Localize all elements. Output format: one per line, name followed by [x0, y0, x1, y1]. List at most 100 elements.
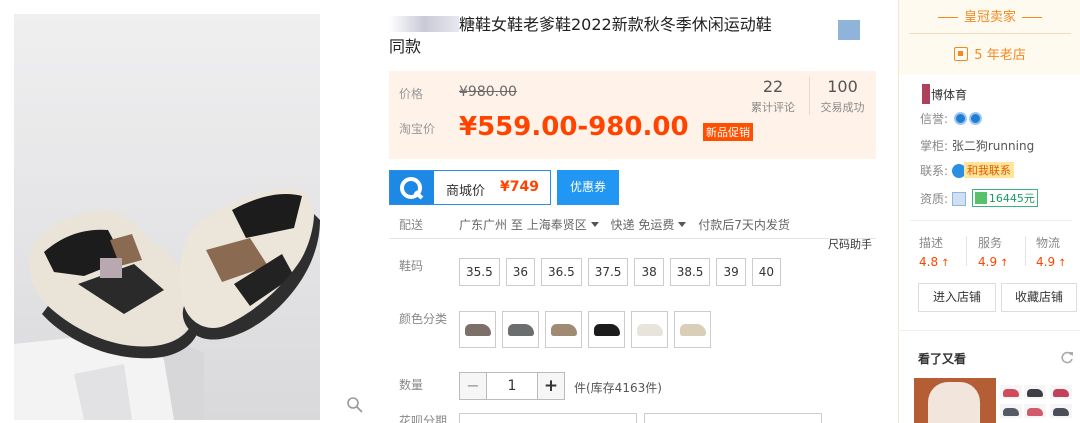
score-value: 4.8 — [919, 255, 939, 269]
also-viewed-thumbnail[interactable] — [1000, 404, 1022, 418]
shop-name-redacted — [922, 84, 930, 104]
title-line2: 同款 — [389, 37, 422, 56]
seller-level-text: 皇冠卖家 — [963, 10, 1016, 25]
also-viewed-thumbnail[interactable] — [914, 378, 996, 423]
size-option[interactable]: 36.5 — [541, 258, 582, 286]
ship-destination[interactable]: 上海奉贤区 — [527, 218, 587, 232]
tmall-price-label: 商城价 — [446, 184, 486, 199]
keeper-label: 掌柜: — [920, 139, 949, 153]
shop-name[interactable]: 博体育 — [922, 84, 967, 104]
promo-tag: 新品促销 — [703, 123, 753, 141]
deals-label: 交易成功 — [820, 101, 865, 114]
divider — [910, 220, 1072, 221]
sneaker-illustration — [14, 188, 320, 420]
promo-price: ¥559.00-980.00 — [459, 112, 689, 142]
reviews-label: 累计评论 — [751, 101, 795, 114]
stock-info: 件(库存4163件) — [574, 381, 662, 395]
deposit-amount: 16445元 — [988, 192, 1035, 205]
size-option[interactable]: 39 — [716, 258, 746, 286]
also-viewed-title: 看了又看 — [918, 352, 967, 366]
promo-price-label: 淘宝价 — [399, 122, 436, 136]
tmall-logo-icon — [390, 171, 434, 204]
credit-label: 信誉: — [920, 112, 949, 126]
also-viewed-thumbnail[interactable] — [1000, 385, 1022, 399]
credit-badge-icon — [953, 112, 967, 125]
title-text: 糖鞋女鞋老爹鞋2022新款秋冬季休闲运动鞋 — [459, 15, 772, 34]
size-option[interactable]: 40 — [751, 258, 781, 286]
ship-method[interactable]: 快递 免运费 — [611, 218, 675, 232]
shop-header: 皇冠卖家 5 年老店 — [899, 0, 1080, 75]
title-redacted — [389, 16, 459, 32]
price-box: 价格 ¥980.00 淘宝价 ¥559.00-980.00 新品促销 22 累计… — [389, 71, 876, 159]
color-swatch[interactable] — [459, 311, 496, 348]
shop-age-text: 5 年老店 — [974, 48, 1026, 63]
seller-level: 皇冠卖家 — [899, 6, 1080, 25]
size-option[interactable]: 36 — [505, 258, 535, 286]
also-viewed-thumbnail[interactable] — [1050, 385, 1072, 399]
quantity-label: 数量 — [399, 378, 424, 392]
product-image[interactable] — [14, 14, 320, 420]
size-option[interactable]: 38 — [634, 258, 664, 286]
keeper-row: 掌柜: 张二狗running — [920, 137, 1034, 154]
color-label: 颜色分类 — [399, 312, 448, 326]
tmall-price-row[interactable]: 商城价 ¥749 — [389, 170, 551, 205]
score-service: 服务 4.9 ↑ — [978, 234, 1028, 269]
score-description: 描述 4.8 ↑ — [919, 234, 969, 269]
installment-option[interactable] — [644, 413, 822, 423]
size-helper-link[interactable]: 尺码助手 — [828, 236, 872, 252]
size-option[interactable]: 37.5 — [587, 258, 629, 286]
shop-age-icon — [954, 47, 969, 61]
score-value: 4.9 — [1036, 255, 1056, 269]
original-price-label: 价格 — [399, 87, 424, 101]
also-viewed-thumbnail[interactable] — [1024, 404, 1046, 418]
color-swatch[interactable] — [674, 311, 711, 348]
zoom-icon[interactable] — [346, 396, 364, 414]
ship-note: 付款后7天内发货 — [698, 218, 790, 232]
divider — [389, 238, 876, 239]
deals-stat: 100 交易成功 — [809, 77, 875, 115]
divider — [909, 33, 1071, 34]
contact-button[interactable]: 和我联系 — [963, 162, 1014, 178]
divider — [1025, 236, 1026, 266]
installment-option[interactable] — [459, 413, 637, 423]
size-option[interactable]: 35.5 — [459, 258, 500, 286]
contact-row: 联系: 和我联系 — [920, 162, 1014, 179]
installment-label: 花呗分期 — [399, 414, 448, 423]
product-title: 糖鞋女鞋老爹鞋2022新款秋冬季休闲运动鞋 同款 — [389, 14, 829, 58]
color-swatch[interactable] — [588, 311, 625, 348]
enter-shop-button[interactable]: 进入店铺 — [918, 283, 996, 312]
color-swatch[interactable] — [502, 311, 539, 348]
ship-from: 广东广州 — [459, 218, 508, 232]
title-badge — [838, 20, 860, 40]
reviews-count: 22 — [762, 77, 784, 96]
divider — [966, 236, 967, 266]
coupon-button[interactable]: 优惠券 — [557, 170, 619, 205]
size-option[interactable]: 38.5 — [669, 258, 711, 286]
refresh-icon[interactable] — [1061, 351, 1074, 364]
arrow-up-icon: ↑ — [1058, 258, 1067, 269]
shop-name-text: 博体育 — [931, 88, 968, 102]
quantity-increase-button[interactable]: + — [537, 372, 565, 400]
shield-icon — [974, 192, 987, 204]
also-viewed-thumbnail[interactable] — [1050, 404, 1072, 418]
reviews-stat[interactable]: 22 累计评论 — [745, 77, 801, 115]
color-swatch[interactable] — [631, 311, 668, 348]
keeper-name[interactable]: 张二狗running — [952, 139, 1034, 153]
quantity-input[interactable]: 1 — [487, 372, 537, 400]
chevron-down-icon[interactable] — [678, 222, 687, 227]
original-price: ¥980.00 — [459, 84, 517, 100]
color-swatch[interactable] — [545, 311, 582, 348]
also-viewed-thumbnail[interactable] — [1024, 385, 1046, 399]
color-options — [459, 311, 711, 348]
favorite-shop-button[interactable]: 收藏店铺 — [1001, 283, 1077, 312]
score-label: 物流 — [1036, 236, 1061, 250]
score-label: 服务 — [978, 236, 1003, 250]
quantity-decrease-button[interactable]: − — [459, 372, 487, 400]
license-icon[interactable] — [951, 192, 966, 206]
score-value: 4.9 — [978, 255, 998, 269]
qualification-label: 资质: — [920, 192, 949, 206]
arrow-up-icon: ↑ — [941, 258, 950, 269]
chevron-down-icon[interactable] — [590, 222, 599, 227]
shop-age: 5 年老店 — [899, 44, 1080, 63]
deposit-badge[interactable]: 16445元 — [971, 189, 1038, 207]
